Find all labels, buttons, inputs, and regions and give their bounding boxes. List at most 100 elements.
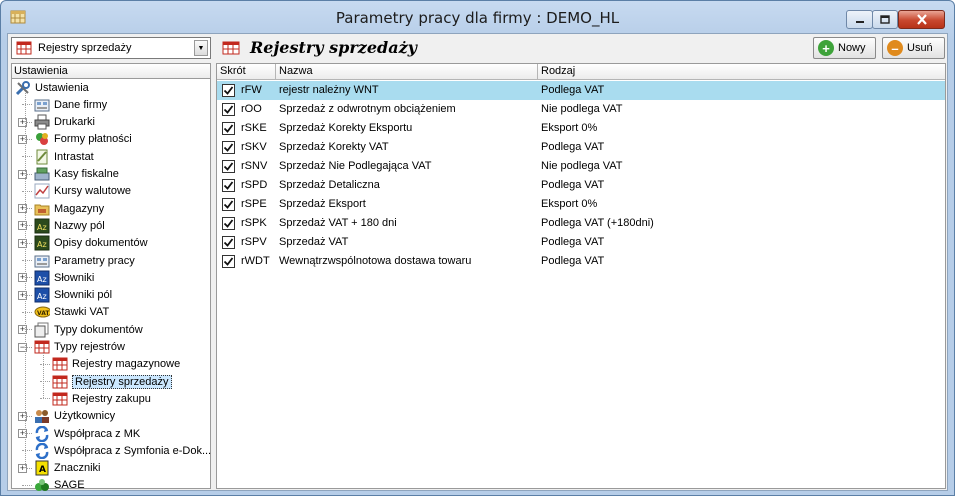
tree-item-label: Parametry pracy (54, 254, 135, 267)
column-header-name[interactable]: Nazwa (276, 64, 538, 80)
tree-item[interactable]: Formy płatności (34, 131, 132, 148)
checkmark-icon (223, 238, 234, 247)
page-title: Rejestry sprzedaży (250, 38, 417, 57)
tree-item[interactable]: Ustawienia (15, 79, 89, 96)
company-icon (34, 253, 50, 269)
active-checkbox[interactable] (222, 141, 235, 154)
tree-item[interactable]: Typy rejestrów (34, 339, 125, 356)
tree-item[interactable]: Kursy walutowe (34, 183, 131, 200)
table-row[interactable]: rSPD Sprzedaż Detaliczna Podlega VAT (217, 176, 945, 195)
table-row[interactable]: rOO Sprzedaż z odwrotnym obciążeniem Nie p… (217, 100, 945, 119)
tree-item[interactable]: Az Opisy dokumentów (34, 235, 148, 252)
checkmark-icon (223, 105, 234, 114)
tree-item[interactable]: Az Słowniki (34, 269, 94, 286)
tree-item[interactable]: Rejestry zakupu (52, 390, 151, 407)
row-name: rejestr należny WNT (279, 84, 379, 96)
section-select[interactable]: Rejestry sprzedaży ▼ (11, 37, 211, 59)
checkmark-icon (223, 257, 234, 266)
active-checkbox[interactable] (222, 179, 235, 192)
sage-icon (34, 477, 50, 493)
sync-icon (34, 442, 50, 459)
payment-icon (34, 131, 50, 147)
new-button-label: Nowy (838, 42, 866, 54)
checkmark-icon (223, 200, 234, 209)
tree-connector (22, 484, 32, 486)
tree-item[interactable]: SAGE (34, 477, 85, 494)
row-name: Sprzedaż Detaliczna (279, 179, 380, 191)
marker-icon: A (34, 460, 50, 476)
tree-item[interactable]: Typy dokumentów (34, 321, 143, 338)
tree-item[interactable]: Użytkownicy (34, 408, 115, 425)
tree-item[interactable]: Kasy fiskalne (34, 166, 119, 183)
active-checkbox[interactable] (222, 122, 235, 135)
tree-item[interactable]: Az Słowniki pól (34, 287, 112, 304)
active-checkbox[interactable] (222, 217, 235, 230)
company-icon (34, 97, 50, 113)
dropdown-arrow-icon[interactable]: ▼ (194, 40, 208, 56)
row-code: rSNV (241, 160, 268, 172)
tree-item[interactable]: A Znaczniki (34, 460, 100, 477)
row-type: Eksport 0% (541, 122, 598, 134)
tree-item-label: Rejestry zakupu (72, 392, 151, 405)
column-header-code[interactable]: Skrót (217, 64, 276, 80)
row-name: Sprzedaż VAT (279, 236, 349, 248)
tree-item[interactable]: Współpraca z Symfonia e-Dok... (34, 442, 211, 459)
maximize-button[interactable] (872, 10, 898, 29)
checkmark-icon (223, 181, 234, 190)
tree-item-label: Użytkownicy (54, 410, 116, 423)
tree-item[interactable]: Drukarki (34, 114, 95, 131)
row-name: Sprzedaż Eksport (279, 198, 366, 210)
table-row[interactable]: rSPE Sprzedaż Eksport Eksport 0% (217, 195, 945, 214)
row-type: Podlega VAT (541, 141, 605, 153)
new-button[interactable]: + Nowy (813, 37, 876, 59)
svg-text:Az: Az (37, 240, 47, 249)
tree-item[interactable]: Parametry pracy (34, 252, 135, 269)
close-button[interactable] (898, 10, 945, 29)
tree-item[interactable]: VAT Stawki VAT (34, 304, 109, 321)
table-row[interactable]: rSNV Sprzedaż Nie Podlegająca VAT Nie podl… (217, 157, 945, 176)
row-code: rSKV (241, 141, 267, 153)
tree-item[interactable]: Magazyny (34, 200, 104, 217)
checkmark-icon (223, 162, 234, 171)
table-row[interactable]: rSKE Sprzedaż Korekty Eksportu Eksport 0% (217, 119, 945, 138)
tools-icon (15, 80, 31, 96)
delete-button-label: Usuń (907, 42, 933, 54)
table-row[interactable]: rFW rejestr należny WNT Podlega VAT (217, 81, 945, 100)
tree-connector (22, 190, 32, 192)
document-types-icon (34, 322, 50, 338)
tree-item-label: Kasy fiskalne (54, 168, 119, 180)
table-row[interactable]: rSPK Sprzedaż VAT + 180 dni Podlega VAT (+… (217, 214, 945, 233)
tree-item[interactable]: Współpraca z MK (34, 425, 140, 442)
register-icon (52, 374, 68, 390)
tree-item-label: Kursy walutowe (54, 185, 132, 198)
minimize-button[interactable] (846, 10, 873, 29)
row-type: Podlega VAT (541, 255, 605, 267)
register-icon (16, 40, 32, 56)
active-checkbox[interactable] (222, 198, 235, 211)
tree-item[interactable]: Intrastat (34, 148, 94, 165)
minimize-icon (855, 20, 864, 23)
section-select-value: Rejestry sprzedaży (38, 42, 132, 54)
tree-item-label: SAGE (54, 479, 85, 492)
active-checkbox[interactable] (222, 103, 235, 116)
row-name: Sprzedaż Nie Podlegająca VAT (279, 160, 432, 172)
active-checkbox[interactable] (222, 84, 235, 97)
row-type: Nie podlega VAT (541, 160, 623, 172)
column-header-type[interactable]: Rodzaj (538, 64, 945, 80)
active-checkbox[interactable] (222, 160, 235, 173)
table-row[interactable]: rSKV Sprzedaż Korekty VAT Podlega VAT (217, 138, 945, 157)
delete-button[interactable]: – Usuń (882, 37, 945, 59)
window-body: Rejestry sprzedaży ▼ Ustawienia Ustawien… (7, 33, 948, 494)
tree-item[interactable]: Az Nazwy pól (34, 217, 105, 234)
row-type: Podlega VAT (541, 84, 605, 96)
tree-item[interactable]: Dane firmy (34, 96, 107, 113)
tree-item[interactable]: Rejestry sprzedaży (52, 373, 172, 390)
active-checkbox[interactable] (222, 236, 235, 249)
table-row[interactable]: rWDT Wewnątrzwspólnotowa dostawa towaru Po… (217, 252, 945, 271)
maximize-icon (880, 15, 890, 24)
table-row[interactable]: rSPV Sprzedaż VAT Podlega VAT (217, 233, 945, 252)
tree-item[interactable]: Rejestry magazynowe (52, 356, 180, 373)
document-icon (34, 149, 50, 165)
active-checkbox[interactable] (222, 255, 235, 268)
content-header: Rejestry sprzedaży + Nowy – Usuń (216, 37, 946, 59)
